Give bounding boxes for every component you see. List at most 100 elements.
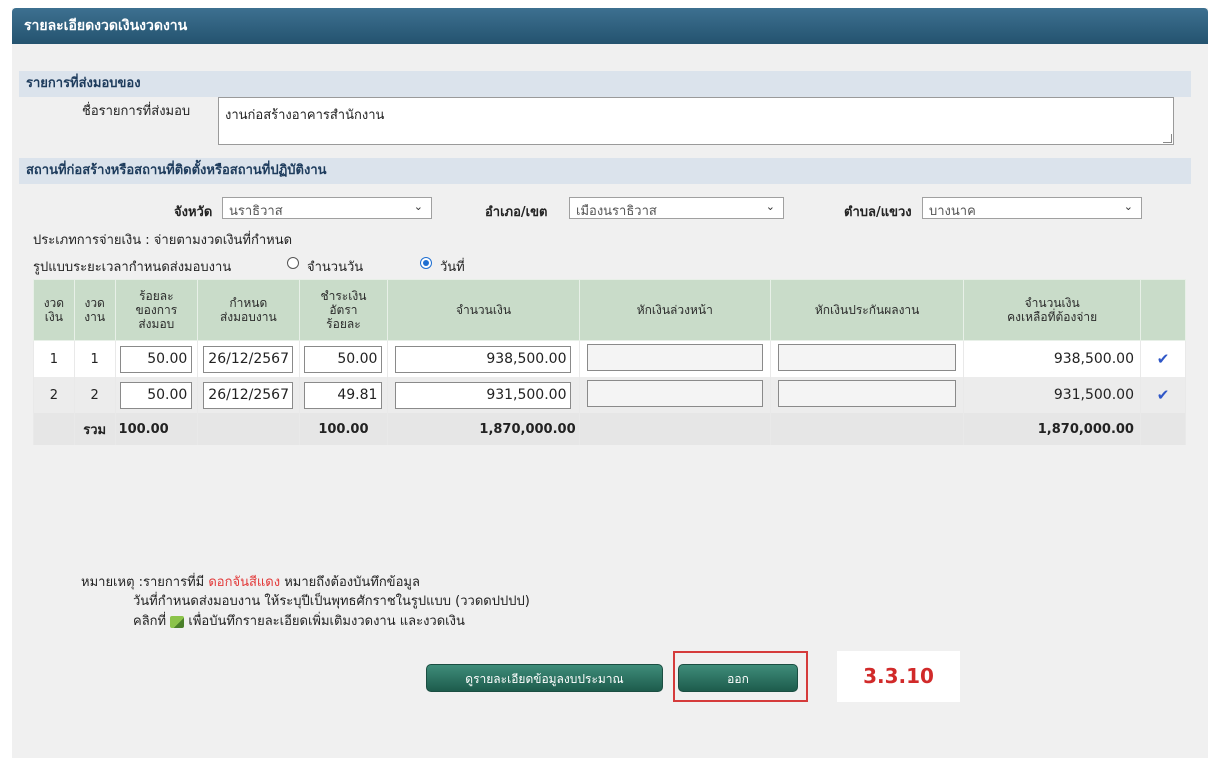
cell-rate: 50.00 (298, 340, 389, 377)
advance-input[interactable] (586, 343, 763, 371)
cell-action: ✔ (1139, 377, 1187, 413)
province-select[interactable]: นราธิวาส ⌄ (222, 197, 432, 219)
cell-pay: 1 (33, 340, 75, 377)
cell-advance (578, 377, 771, 413)
delivery-item-textarea[interactable]: งานก่อสร้างอาคารสำนักงาน (218, 97, 1174, 145)
cell-remaining: 931,500.00 (963, 377, 1141, 413)
radio-date-label: วันที่ (440, 260, 465, 275)
view-budget-button[interactable]: ดูรายละเอียดข้อมูลงบประมาณ (426, 664, 663, 692)
col-header-remaining-text: จำนวนเงิน คงเหลือที่ต้องจ่าย (1007, 296, 1098, 324)
cell-rate: 49.81 (298, 377, 389, 413)
schedule-type-label: รูปแบบระยะเวลากำหนดส่งมอบงาน (33, 260, 232, 275)
col-header-retention-text: หักเงินประกันผลงาน (814, 303, 920, 317)
step-tag: 3.3.10 (837, 651, 960, 702)
delivery-item-label: ชื่อรายการที่ส่งมอบ (82, 104, 191, 119)
table-row: 2 2 50.00 26/12/2567 49.81 931,500.00 93… (33, 377, 1187, 413)
pct-input[interactable]: 50.00 (120, 345, 193, 373)
section-location-header: สถานที่ก่อสร้างหรือสถานที่ติดตั้งหรือสถา… (19, 158, 1191, 184)
col-header-action (1139, 279, 1187, 341)
col-header-date-text: กำหนด ส่งมอบงาน (219, 296, 277, 324)
total-label: รวม (73, 413, 116, 445)
col-header-remaining: จำนวนเงิน คงเหลือที่ต้องจ่าย (963, 279, 1141, 341)
col-header-retention: หักเงินประกันผลงาน (769, 279, 965, 341)
col-header-advance: หักเงินล่วงหน้า (578, 279, 771, 341)
rate-input[interactable]: 49.81 (304, 381, 383, 409)
note-line-1: หมายเหตุ :รายการที่มี ดอกจันสีแดง หมายถึ… (81, 571, 420, 592)
cell-retention (769, 340, 965, 377)
total-amount: 1,870,000.00 (387, 413, 580, 445)
district-selected-value: เมืองนราธิวาส (576, 204, 657, 219)
rate-input[interactable]: 50.00 (304, 345, 383, 373)
cell-pay: 2 (33, 377, 75, 413)
note-suffix: หมายถึงต้องบันทึกข้อมูล (284, 575, 420, 590)
province-label: จังหวัด (174, 205, 213, 220)
col-header-rate-text: ชำระเงิน อัตรา ร้อยละ (320, 289, 367, 331)
delivery-item-value: งานก่อสร้างอาคารสำนักงาน (225, 108, 385, 123)
note-line3-suffix: เพื่อบันทึกรายละเอียดเพิ่มเติมงวดงาน และ… (188, 614, 465, 629)
table-header-row: งวด เงิน งวด งาน ร้อยละ ของการ ส่งมอบ กำ… (33, 279, 1187, 341)
edit-pencil-icon (170, 615, 185, 628)
cell-retention (769, 377, 965, 413)
note-red-text: ดอกจันสีแดง (208, 575, 281, 590)
cell-work: 2 (73, 377, 116, 413)
total-empty-cell (1139, 413, 1187, 445)
district-label: อำเภอ/เขต (485, 205, 548, 220)
cell-work: 1 (73, 340, 116, 377)
retention-input[interactable] (778, 379, 957, 407)
col-header-amount-text: จำนวนเงิน (455, 303, 512, 317)
subdistrict-label: ตำบล/แขวง (844, 205, 912, 220)
panel-title: รายละเอียดงวดเงินงวดงาน (12, 8, 1208, 44)
total-row: รวม 100.00 100.00 1,870,000.00 1,870,000… (33, 413, 1187, 445)
total-empty-cell (769, 413, 965, 445)
date-input[interactable]: 26/12/2567 (203, 381, 294, 409)
cell-advance (578, 340, 771, 377)
amount-input[interactable]: 931,500.00 (395, 381, 572, 409)
total-empty-cell (33, 413, 75, 445)
col-header-work: งวด งาน (73, 279, 116, 341)
cell-amount: 938,500.00 (387, 340, 580, 377)
col-header-pct-text: ร้อยละ ของการ ส่งมอบ (135, 289, 178, 331)
pct-input[interactable]: 50.00 (120, 381, 193, 409)
highlight-box (673, 651, 808, 702)
cell-date: 26/12/2567 (197, 340, 300, 377)
cell-pct: 50.00 (114, 340, 199, 377)
col-header-pay: งวด เงิน (33, 279, 75, 341)
col-header-work-text: งวด งาน (84, 296, 106, 324)
note-prefix: หมายเหตุ :รายการที่มี (81, 575, 205, 590)
col-header-pct: ร้อยละ ของการ ส่งมอบ (114, 279, 199, 341)
cell-pct: 50.00 (114, 377, 199, 413)
total-remaining: 1,870,000.00 (963, 413, 1141, 445)
district-select[interactable]: เมืองนราธิวาส ⌄ (569, 197, 784, 219)
col-header-advance-text: หักเงินล่วงหน้า (636, 303, 713, 317)
cell-action: ✔ (1139, 340, 1187, 377)
note-line3-prefix: คลิกที่ (133, 614, 167, 629)
radio-date[interactable] (420, 257, 432, 269)
advance-input[interactable] (586, 379, 763, 407)
retention-input[interactable] (778, 343, 957, 371)
resize-grip-icon[interactable] (1163, 134, 1172, 143)
province-selected-value: นราธิวาส (229, 204, 283, 219)
date-input[interactable]: 26/12/2567 (203, 345, 294, 373)
total-empty-cell (578, 413, 771, 445)
total-rate: 100.00 (298, 413, 389, 445)
subdistrict-select[interactable]: บางนาค ⌄ (922, 197, 1142, 219)
table-row: 1 1 50.00 26/12/2567 50.00 938,500.00 93… (33, 340, 1187, 377)
edit-check-icon[interactable]: ✔ (1157, 350, 1170, 368)
edit-check-icon[interactable]: ✔ (1157, 386, 1170, 404)
col-header-date: กำหนด ส่งมอบงาน (197, 279, 300, 341)
total-empty-cell (197, 413, 300, 445)
radio-days-label: จำนวนวัน (307, 260, 364, 275)
payment-type-text: ประเภทการจ่ายเงิน : จ่ายตามงวดเงินที่กำห… (33, 233, 293, 248)
col-header-pay-text: งวด เงิน (43, 296, 65, 324)
chevron-down-icon: ⌄ (413, 200, 423, 213)
note-line-2: วันที่กำหนดส่งมอบงาน ให้ระบุปีเป็นพุทธศั… (133, 594, 530, 609)
chevron-down-icon: ⌄ (765, 200, 775, 213)
subdistrict-selected-value: บางนาค (929, 204, 976, 219)
cell-date: 26/12/2567 (197, 377, 300, 413)
cell-remaining: 938,500.00 (963, 340, 1141, 377)
cell-amount: 931,500.00 (387, 377, 580, 413)
amount-input[interactable]: 938,500.00 (395, 345, 572, 373)
radio-days[interactable] (287, 257, 299, 269)
col-header-rate: ชำระเงิน อัตรา ร้อยละ (298, 279, 389, 341)
chevron-down-icon: ⌄ (1123, 200, 1133, 213)
